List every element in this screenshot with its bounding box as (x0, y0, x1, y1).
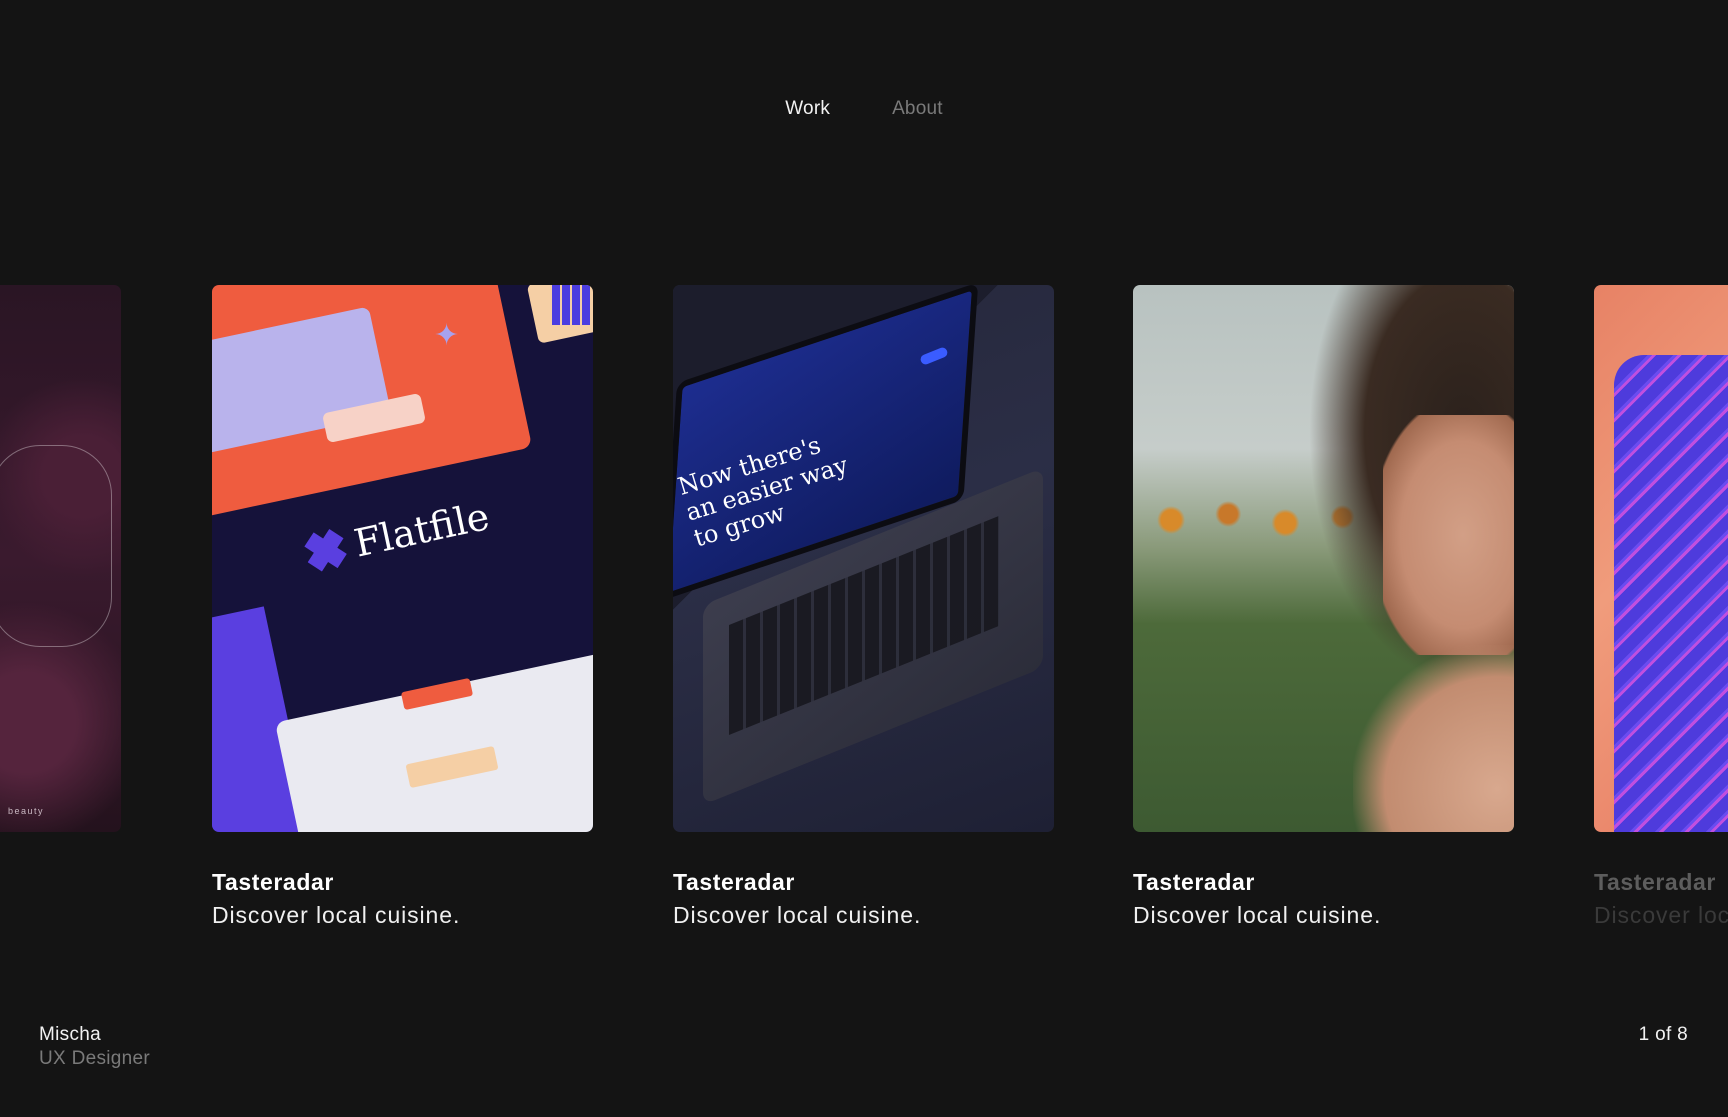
project-title: Tasteradar (673, 869, 795, 895)
project-title: Tasteradar (1133, 869, 1255, 895)
nav-about-link[interactable]: About (892, 98, 943, 120)
project-title: Tasteradar (212, 869, 334, 895)
collage-white-panel (274, 651, 593, 832)
designer-role: UX Designer (39, 1048, 151, 1069)
image-caption: beauty (8, 806, 45, 816)
project-card[interactable]: ✦ Flatfile Tasteradar Discover local cui… (212, 285, 593, 929)
project-card[interactable]: beauty (0, 285, 121, 832)
woman-sunflower-field-image (1133, 285, 1514, 832)
outline-arc-decoration (0, 445, 112, 647)
flatfile-logo-icon (302, 527, 349, 574)
project-subtitle: Discover local cuisine. (1133, 902, 1382, 928)
flatfile-logo: Flatfile (301, 494, 493, 576)
sparkle-icon: ✦ (434, 319, 460, 352)
collage-grid (552, 285, 592, 325)
shoulder (1353, 645, 1514, 832)
project-carousel[interactable]: beauty ✦ Flatfile Tasteradar Discover lo… (0, 285, 1728, 935)
top-nav: Work About (0, 98, 1728, 120)
project-card[interactable]: Now there's an easier way to grow Taster… (673, 285, 1054, 929)
project-subtitle: Discover local cuisine. (673, 902, 922, 928)
designer-name: Mischa (39, 1024, 101, 1045)
project-card[interactable]: Tasteradar Discover local cuisine. (1594, 285, 1728, 929)
project-title: Tasteradar (1594, 869, 1716, 895)
project-card[interactable]: Tasteradar Discover local cuisine. (1133, 285, 1514, 929)
nav-work-link[interactable]: Work (785, 98, 830, 120)
laptop-website-mockup-image: Now there's an easier way to grow (673, 285, 1054, 832)
face (1383, 415, 1514, 655)
project-subtitle: Discover local cuisine. (212, 902, 461, 928)
pagination-indicator: 1 of 8 (1638, 1024, 1688, 1045)
flatfile-brand-collage-image: ✦ Flatfile (212, 285, 593, 832)
flatfile-logo-text: Flatfile (350, 494, 493, 566)
abstract-shape (1614, 355, 1728, 832)
peony-flowers-image: beauty (0, 285, 121, 832)
project-subtitle: Discover local cuisine. (1594, 902, 1728, 928)
abstract-3d-gradient-image (1594, 285, 1728, 832)
